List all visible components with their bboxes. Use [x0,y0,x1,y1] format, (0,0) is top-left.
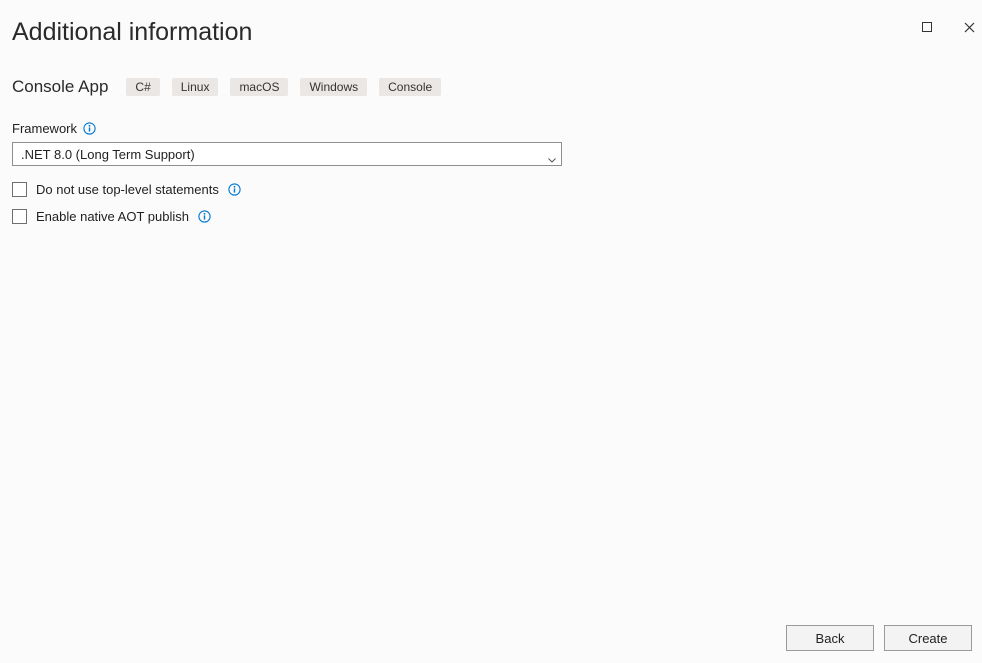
tag-console: Console [379,78,441,96]
create-button[interactable]: Create [884,625,972,651]
option-no-top-level-row: Do not use top-level statements [12,182,567,197]
form-area: Framework .NET 8.0 (Long Term Support) D… [12,121,567,224]
page-title: Additional information [12,18,982,47]
option-native-aot-label: Enable native AOT publish [36,209,189,224]
tag-windows: Windows [300,78,367,96]
project-type-name: Console App [12,77,108,97]
maximize-button[interactable] [918,20,936,34]
info-icon[interactable] [198,210,211,223]
checkbox-no-top-level[interactable] [12,182,27,197]
checkbox-native-aot[interactable] [12,209,27,224]
framework-dropdown[interactable]: .NET 8.0 (Long Term Support) [12,142,562,166]
info-icon[interactable] [83,122,96,135]
close-button[interactable] [960,20,978,34]
window-controls [914,18,982,36]
framework-label-row: Framework [12,121,567,136]
tag-macos: macOS [230,78,288,96]
back-button[interactable]: Back [786,625,874,651]
footer-buttons: Back Create [786,625,972,651]
chevron-down-icon [548,151,555,158]
tag-csharp: C# [126,78,159,96]
option-native-aot-row: Enable native AOT publish [12,209,567,224]
framework-label: Framework [12,121,77,136]
option-no-top-level-label: Do not use top-level statements [36,182,219,197]
project-type-row: Console App C# Linux macOS Windows Conso… [12,77,982,97]
info-icon[interactable] [228,183,241,196]
framework-selected: .NET 8.0 (Long Term Support) [21,147,195,162]
tag-linux: Linux [172,78,219,96]
